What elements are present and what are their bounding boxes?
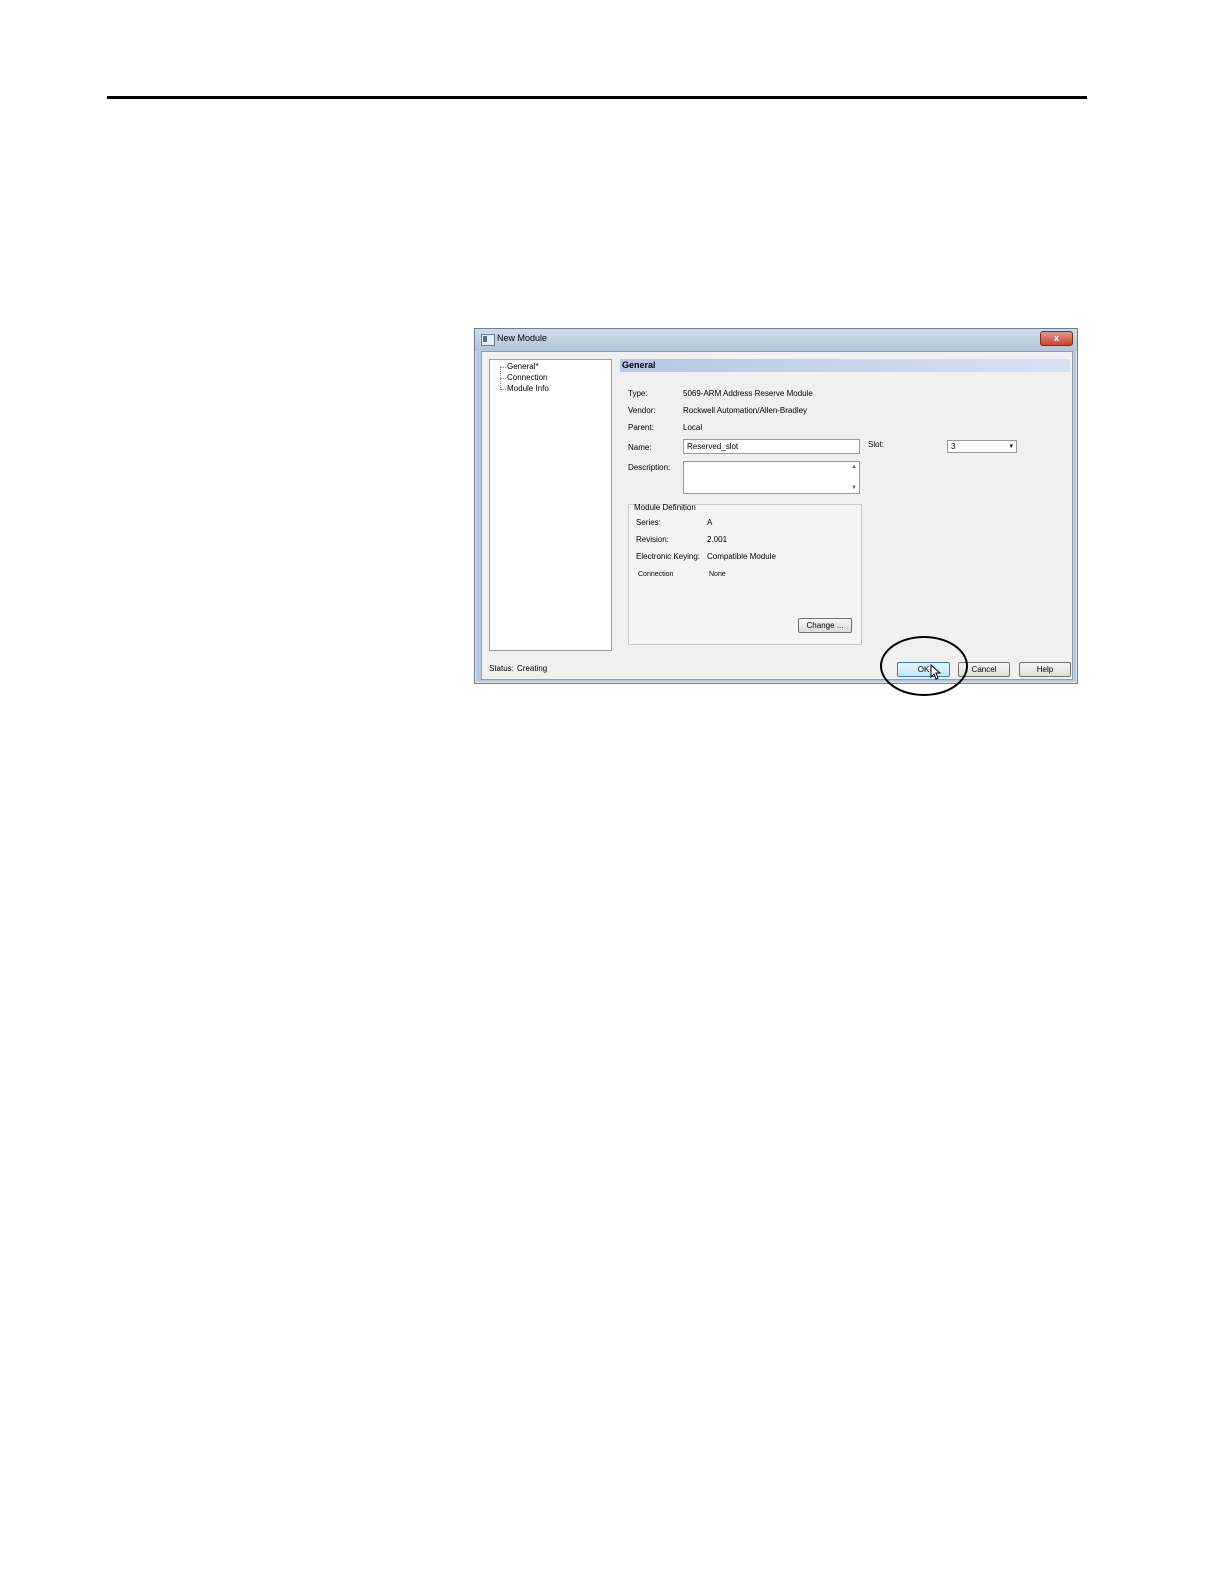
type-label: Type:: [628, 389, 648, 398]
connection-value: None: [709, 571, 726, 578]
scroll-up-icon[interactable]: ▲: [851, 464, 857, 470]
tree-item-module-info[interactable]: Module Info: [507, 384, 549, 393]
name-input[interactable]: Reserved_slot: [683, 439, 860, 454]
type-value: 5069-ARM Address Reserve Module: [683, 389, 813, 398]
module-definition-group: Module Definition Series: A Revision: 2.…: [628, 503, 862, 645]
module-window-icon: [481, 334, 495, 346]
module-definition-title: Module Definition: [634, 503, 696, 512]
parent-value: Local: [683, 423, 703, 432]
slot-value: 3: [951, 442, 956, 451]
tree-connector-branch: [500, 378, 506, 379]
parent-label: Parent:: [628, 423, 654, 432]
new-module-dialog: New Module x General* Connection Module …: [474, 328, 1078, 684]
keying-value: Compatible Module: [707, 552, 776, 561]
category-tree: General* Connection Module Info: [489, 359, 612, 651]
dialog-client-area: General* Connection Module Info General …: [481, 351, 1073, 680]
revision-label: Revision:: [636, 535, 669, 544]
name-label: Name:: [628, 443, 652, 452]
vendor-value: Rockwell Automation/Allen-Bradley: [683, 406, 808, 415]
window-title: New Module: [497, 333, 548, 343]
help-button[interactable]: Help: [1019, 662, 1071, 677]
series-value: A: [707, 518, 713, 527]
tree-item-general[interactable]: General*: [507, 362, 539, 371]
mouse-pointer-icon: [930, 664, 942, 680]
change-button[interactable]: Change ...: [798, 618, 852, 633]
tree-item-connection[interactable]: Connection: [507, 373, 547, 382]
status-value: Creating: [517, 664, 548, 673]
description-textarea[interactable]: ▲ ▼: [683, 461, 860, 494]
scroll-down-icon[interactable]: ▼: [851, 485, 857, 491]
status-label: Status:: [489, 664, 514, 673]
slot-label: Slot:: [868, 440, 885, 449]
ok-highlight-circle: [880, 636, 968, 696]
tree-connector-branch: [500, 389, 506, 390]
vendor-label: Vendor:: [628, 406, 656, 415]
close-icon[interactable]: x: [1040, 331, 1073, 346]
page-header-rule: [107, 96, 1087, 99]
section-header: General: [620, 359, 1070, 372]
keying-label: Electronic Keying:: [636, 552, 701, 561]
description-label: Description:: [628, 463, 671, 472]
slot-select[interactable]: 3 ▾: [947, 440, 1017, 453]
chevron-down-icon[interactable]: ▾: [1009, 442, 1013, 450]
title-bar[interactable]: New Module x: [475, 329, 1077, 351]
revision-value: 2.001: [707, 535, 728, 544]
section-title: General: [622, 360, 656, 370]
series-label: Series:: [636, 518, 661, 527]
tree-connector-branch: [500, 367, 506, 368]
connection-label: Connection: [638, 571, 674, 578]
